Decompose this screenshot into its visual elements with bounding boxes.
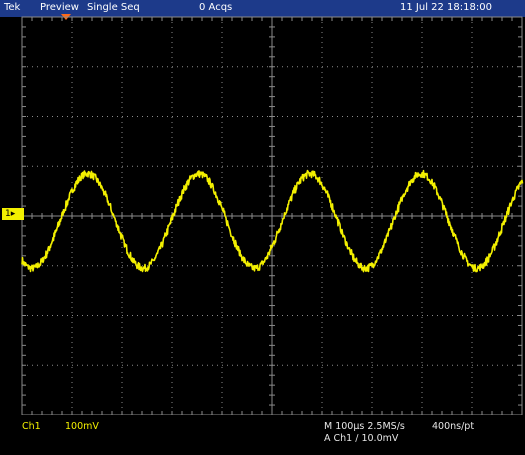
readout-bar: Ch1 100mV M 100µs 2.5MS/s 400ns/pt A Ch1…: [0, 415, 525, 455]
ch1-ground-marker[interactable]: 1▸: [2, 208, 24, 220]
trigger-label: A Ch1 ∕ 10.0mV: [324, 433, 399, 444]
volts-per-div-label: 100mV: [65, 421, 99, 432]
channel-label: Ch1: [22, 421, 41, 432]
arrow-right-icon: ▸: [10, 209, 16, 219]
waveform-display: [21, 16, 524, 416]
record-length-label: 400ns/pt: [432, 421, 475, 432]
timebase-label: M 100µs 2.5MS/s: [324, 421, 405, 432]
